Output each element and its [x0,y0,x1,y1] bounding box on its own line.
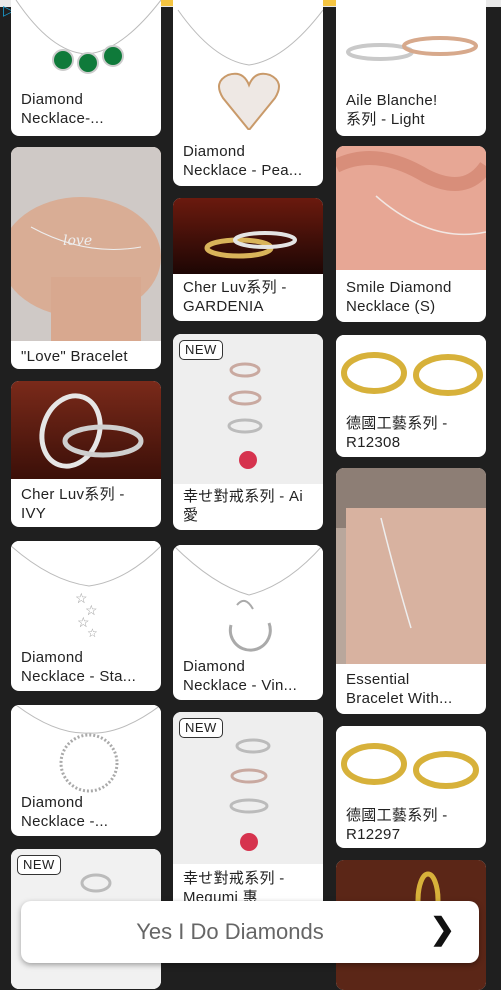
product-title: Diamond Necklace - Sta... [21,649,137,685]
product-image [336,146,486,270]
product-card[interactable]: love "Love" Bracelet [11,147,161,369]
chevron-right-icon[interactable]: ❯ [430,915,455,945]
product-image [173,545,323,657]
product-title: Diamond Necklace-... [21,91,104,127]
ad-banner[interactable]: Yes I Do Diamonds ❯ [21,901,479,963]
product-title: "Love" Bracelet [21,348,128,365]
product-image: love [11,147,161,341]
product-card[interactable]: Diamond Necklace -... [11,705,161,836]
product-card[interactable]: Diamond Necklace - Vin... [173,545,323,700]
product-image [336,726,486,802]
product-title: Essential Bracelet With... [346,671,453,707]
banner-title: Yes I Do Diamonds [136,919,324,944]
product-card[interactable]: ☆ ☆ ☆ ☆ Diamond Necklace - Sta... [11,541,161,691]
product-title: 德國工藝系列 - R12297 [346,807,448,843]
product-card[interactable]: Cher Luv系列 - GARDENIA [173,198,323,321]
new-badge: NEW [179,340,223,360]
product-card[interactable]: Diamond Necklace - Pea... [173,0,323,186]
product-title: Smile Diamond Necklace (S) [346,279,452,315]
product-image [173,0,323,130]
product-title: Diamond Necklace - Vin... [183,658,298,694]
product-card[interactable]: NEW 幸せ對戒系列 - Megumi 惠 [173,712,323,912]
product-image [336,0,486,76]
product-image [336,335,486,409]
product-card[interactable]: Aile Blanche! 系列 - Light [336,0,486,136]
product-card[interactable]: Smile Diamond Necklace (S) [336,146,486,322]
product-title: Cher Luv系列 - IVY [21,486,125,522]
product-image [11,705,161,793]
product-title: Diamond Necklace - Pea... [183,143,303,179]
product-image: ☆ ☆ ☆ ☆ [11,541,161,645]
product-image [11,381,161,479]
product-card[interactable]: Essential Bracelet With... [336,468,486,714]
product-card[interactable]: Diamond Necklace-... [11,0,161,136]
product-title: 幸せ對戒系列 - Ai 愛 [183,488,303,524]
product-title: Diamond Necklace -... [21,794,109,830]
product-title: Cher Luv系列 - GARDENIA [183,279,287,315]
product-card[interactable]: Cher Luv系列 - IVY [11,381,161,527]
product-card[interactable]: 德國工藝系列 - R12308 [336,335,486,457]
product-image [336,468,486,664]
new-badge: NEW [17,855,61,875]
svg-text:love: love [63,233,92,249]
svg-text:☆: ☆ [87,626,98,640]
new-badge: NEW [179,718,223,738]
product-title: 德國工藝系列 - R12308 [346,415,448,451]
product-image [173,198,323,274]
product-title: Aile Blanche! 系列 - Light [346,92,438,128]
product-card[interactable]: NEW 幸せ對戒系列 - Ai 愛 [173,334,323,530]
product-image [11,0,161,80]
product-card[interactable]: 德國工藝系列 - R12297 [336,726,486,848]
